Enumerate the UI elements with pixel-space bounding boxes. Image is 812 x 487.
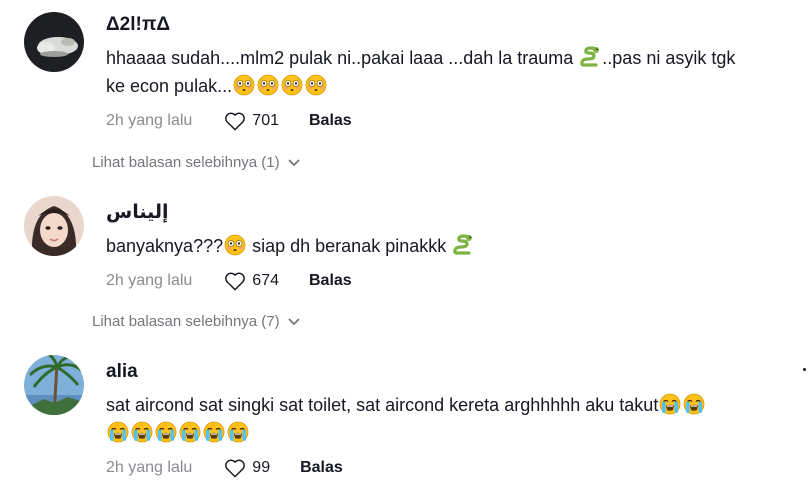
comment-meta: 2h yang lalu 99 Balas <box>106 457 792 479</box>
heart-outline-icon <box>225 112 246 131</box>
timestamp: 2h yang lalu <box>106 272 193 289</box>
heart-outline-icon <box>225 272 246 291</box>
loudly-crying-face-emoji <box>131 421 153 443</box>
timestamp: 2h yang lalu <box>106 459 193 476</box>
like-count: 701 <box>252 112 279 129</box>
heart-outline-icon <box>225 459 246 478</box>
comment-text-part: siap dh beranak pinakkk <box>247 236 452 256</box>
like-button[interactable]: 674 <box>224 271 279 291</box>
loudly-crying-face-emoji <box>155 421 177 443</box>
loudly-crying-face-emoji <box>107 421 129 443</box>
flushed-face-emoji <box>305 74 327 96</box>
flushed-face-emoji <box>224 234 246 256</box>
loudly-crying-face-emoji <box>203 421 225 443</box>
view-more-replies-label: Lihat balasan selebihnya (1) <box>92 154 280 171</box>
comment-text-part: banyaknya??? <box>106 236 224 256</box>
scroll-indicator-dot <box>803 368 806 371</box>
reply-button[interactable]: Balas <box>309 272 352 290</box>
comment-text-part: sat aircond sat singki sat toilet, sat a… <box>106 395 659 415</box>
snake-emoji <box>579 46 601 68</box>
comment-text-part: ke econ pulak... <box>106 76 233 96</box>
loudly-crying-face-emoji <box>227 421 249 443</box>
chevron-down-icon <box>287 158 300 166</box>
comment-meta: 2h yang lalu 674 Balas <box>106 270 792 292</box>
comment-text: banyaknya??? siap dh beranak pinakkk <box>106 232 792 260</box>
like-button[interactable]: 99 <box>224 458 270 478</box>
loudly-crying-face-emoji <box>179 421 201 443</box>
like-button[interactable]: 701 <box>224 111 279 131</box>
reply-button[interactable]: Balas <box>309 112 352 130</box>
comment-text: sat aircond sat singki sat toilet, sat a… <box>106 391 792 447</box>
timestamp: 2h yang lalu <box>106 112 193 129</box>
view-more-replies-button[interactable]: Lihat balasan selebihnya (1) <box>92 154 300 171</box>
avatar[interactable] <box>24 355 84 415</box>
loudly-crying-face-emoji <box>659 393 681 415</box>
view-more-replies-label: Lihat balasan selebihnya (7) <box>92 313 280 330</box>
avatar[interactable] <box>24 12 84 72</box>
like-count: 99 <box>252 459 271 476</box>
reply-button[interactable]: Balas <box>300 459 343 477</box>
username[interactable]: alia <box>106 361 792 383</box>
comment-text-part: hhaaaa sudah....mlm2 pulak ni..pakai laa… <box>106 48 579 68</box>
flushed-face-emoji <box>257 74 279 96</box>
avatar[interactable] <box>24 196 84 256</box>
username[interactable]: Δ2l!πΔ <box>106 14 792 36</box>
comment-text-part: ..pas ni asyik tgk <box>602 48 736 68</box>
comment-text: hhaaaa sudah....mlm2 pulak ni..pakai laa… <box>106 44 792 100</box>
comment-meta: 2h yang lalu 701 Balas <box>106 110 792 132</box>
flushed-face-emoji <box>281 74 303 96</box>
snake-emoji <box>452 234 474 256</box>
like-count: 674 <box>252 272 279 289</box>
view-more-replies-button[interactable]: Lihat balasan selebihnya (7) <box>92 313 300 330</box>
flushed-face-emoji <box>233 74 255 96</box>
loudly-crying-face-emoji <box>683 393 705 415</box>
username[interactable]: إليناس <box>106 202 792 224</box>
chevron-down-icon <box>287 317 300 325</box>
